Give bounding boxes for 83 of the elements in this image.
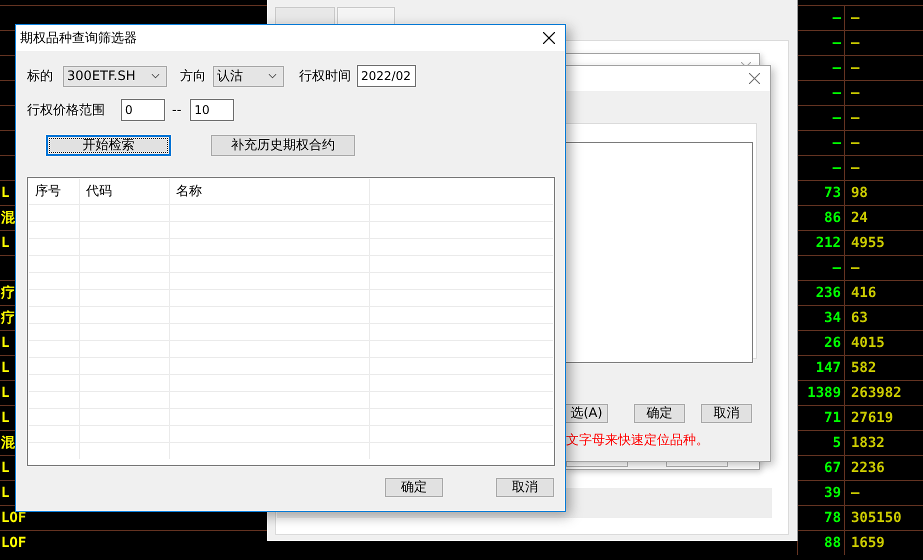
table-cell-text: 27619: [851, 409, 894, 428]
table-cell: 26: [824, 335, 841, 351]
field-label: 行权价格范围: [27, 102, 105, 119]
table-cell: 混: [1, 435, 15, 451]
window-title: 期权品种查询筛选器: [20, 30, 137, 47]
table-cell-text: —: [851, 259, 860, 278]
table-cell: L: [1, 410, 10, 426]
table-cell-text: —: [851, 109, 860, 128]
dialog-button[interactable]: 取消: [701, 404, 752, 423]
dropdown[interactable]: 300ETF.SH: [63, 66, 167, 86]
table-cell-text: 4955: [851, 234, 885, 253]
table-cell: LOF: [1, 535, 26, 551]
table-cell-text: —: [851, 9, 860, 28]
table-cell: 88: [824, 535, 841, 551]
table-cell: 疗: [1, 285, 15, 301]
table-cell: 1389: [807, 385, 841, 401]
table-cell: 39: [824, 485, 841, 501]
table-cell: 147: [816, 360, 841, 376]
table-cell-text: 1832: [851, 434, 885, 453]
chevron-icon: [268, 73, 277, 79]
table-cell: L: [1, 335, 10, 351]
table-cell-text: —: [851, 59, 860, 78]
dialog-button[interactable]: 确定: [385, 478, 443, 497]
table-cell-text: —: [851, 134, 860, 153]
table-cell: L: [1, 235, 10, 251]
table-cell: L: [1, 360, 10, 376]
column-header[interactable]: 序号: [29, 179, 80, 204]
field-label: 标的: [27, 68, 53, 85]
action-button[interactable]: 补充历史期权合约: [211, 135, 355, 156]
field-label: 方向: [180, 68, 206, 85]
table-cell: L: [1, 185, 10, 201]
dialog-button[interactable]: 确定: [634, 404, 685, 423]
table-cell: —: [832, 160, 841, 176]
range-separator: --: [172, 102, 182, 118]
table-cell-text: 305150: [851, 509, 902, 528]
table-cell: —: [832, 60, 841, 76]
table-cell: 疗: [1, 310, 15, 326]
table-cell: L: [1, 485, 10, 501]
table-cell: —: [832, 10, 841, 26]
input-field[interactable]: 2022/02: [357, 65, 416, 87]
table-cell-text: —: [851, 159, 860, 178]
dropdown[interactable]: 认沽: [213, 66, 284, 86]
table-cell: L: [1, 460, 10, 476]
table-cell: LOF: [1, 510, 26, 526]
table-cell-text: 4015: [851, 334, 885, 353]
dialog-button[interactable]: 选(A): [566, 404, 608, 423]
table-cell: 86: [824, 210, 841, 226]
table-cell: 67: [824, 460, 841, 476]
action-button[interactable]: 开始检索: [46, 135, 171, 156]
table-cell: 5: [832, 435, 841, 451]
table-cell-text: —: [851, 34, 860, 53]
table-cell: —: [832, 135, 841, 151]
table-cell: 78: [824, 510, 841, 526]
table-cell-text: —: [851, 484, 860, 503]
column-header[interactable]: 名称: [170, 179, 370, 204]
table-cell: —: [832, 110, 841, 126]
table-cell-text: 1659: [851, 534, 885, 553]
dialog-button[interactable]: 取消: [496, 478, 554, 497]
table-cell: —: [832, 260, 841, 276]
chevron-icon: [151, 73, 160, 79]
close-icon[interactable]: [543, 32, 555, 44]
input-field[interactable]: 0: [121, 99, 165, 121]
table-cell-text: 582: [851, 359, 876, 378]
table-cell: 212: [816, 235, 841, 251]
table-cell: L: [1, 385, 10, 401]
table-cell: 34: [824, 310, 841, 326]
table-cell-text: 263982: [851, 384, 902, 403]
table-cell: —: [832, 35, 841, 51]
table-cell-text: 98: [851, 184, 868, 203]
table-cell-text: 63: [851, 309, 868, 328]
table-cell-text: 2236: [851, 459, 885, 478]
table-cell-text: 416: [851, 284, 876, 303]
column-header[interactable]: 代码: [80, 179, 170, 204]
input-field[interactable]: 10: [190, 99, 234, 121]
table-cell: 73: [824, 185, 841, 201]
hint-text: 文字母来快速定位品种。: [566, 432, 709, 449]
table-cell: 混: [1, 210, 15, 226]
table-cell: 236: [816, 285, 841, 301]
table-cell-text: —: [851, 84, 860, 103]
table-cell: 71: [824, 410, 841, 426]
table-cell-text: 24: [851, 209, 868, 228]
field-label: 行权时间: [299, 68, 351, 85]
table-cell: —: [832, 85, 841, 101]
